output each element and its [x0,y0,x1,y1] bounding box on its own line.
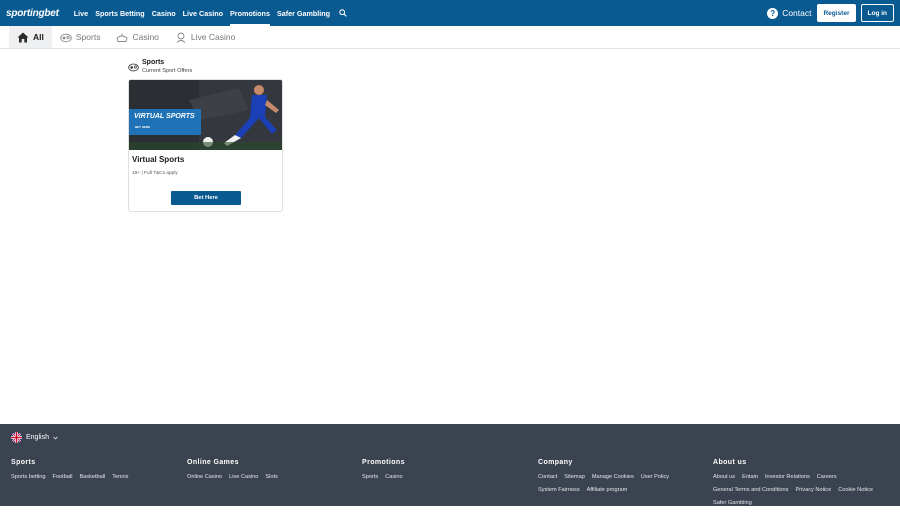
nav-safer-gambling[interactable]: Safer Gambling [277,0,330,26]
category-tabs: All Sports Casino Live Casino [0,26,900,49]
footer-link[interactable]: Cookie Notice [838,487,873,493]
language-selector[interactable]: English [11,432,58,443]
bet-here-button[interactable]: Bet Here [171,191,241,205]
tab-label: All [33,32,44,42]
offer-title[interactable]: Virtual Sports [132,155,184,164]
footer-col-about-us: About us About us Entain Investor Relati… [713,459,898,513]
footer-link[interactable]: Affiliate program [587,487,628,493]
footer-col-promotions: Promotions Sports Casino [362,459,522,487]
contact-label: Contact [782,8,812,18]
contact-link[interactable]: ? Contact [767,7,812,19]
footer-col-title: Company [538,459,573,466]
live-casino-icon [176,32,186,43]
footer-col-sports: Sports Sports betting Football Basketbal… [11,459,171,487]
tab-sports[interactable]: Sports [52,26,109,48]
language-label: English [26,434,49,441]
offer-image[interactable]: VIRTUAL SPORTS BET HERE [129,80,282,150]
main-nav: Live Sports Betting Casino Live Casino P… [74,0,347,26]
footer-col-online-games: Online Games Online Casino Live Casino S… [187,459,347,487]
nav-live[interactable]: Live [74,0,88,26]
sports-icon [60,33,72,42]
casino-icon [116,33,128,42]
sports-icon [128,63,139,72]
home-icon [17,32,29,42]
nav-promotions[interactable]: Promotions [230,0,270,26]
section-header: Sports Current Sport Offers [128,59,192,75]
footer-link[interactable]: Safer Gambling [713,500,752,506]
login-button[interactable]: Log in [860,4,894,22]
tab-all[interactable]: All [9,26,52,48]
footer-link[interactable]: User Policy [641,474,669,480]
footer: English Sports Sports betting Football B… [0,424,900,506]
footer-col-title: Promotions [362,459,405,466]
header-actions: ? Contact Register Log in [767,0,900,26]
section-subtitle: Current Sport Offers [142,68,193,74]
tab-label: Live Casino [190,32,236,42]
footer-link[interactable]: Basketball [79,474,105,480]
tab-casino[interactable]: Casino [108,26,166,48]
uk-flag-icon [11,432,22,443]
footer-link[interactable]: About us [713,474,735,480]
footer-link[interactable]: General Terms and Conditions [713,487,788,493]
offer-terms: 18+ | Full T&Cs apply [132,171,178,176]
tab-live-casino[interactable]: Live Casino [167,26,243,48]
footer-link[interactable]: Casino [385,474,402,480]
register-button[interactable]: Register [817,4,856,22]
nav-sports-betting[interactable]: Sports Betting [95,0,145,26]
footer-link[interactable]: Online Casino [187,474,222,480]
search-icon[interactable] [339,9,347,17]
footer-link[interactable]: System Fairness [538,487,580,493]
banner-title: VIRTUAL SPORTS [134,113,195,120]
footer-link[interactable]: Live Casino [229,474,258,480]
footer-col-company: Company Contact Sitemap Manage Cookies U… [538,459,698,500]
footer-link[interactable]: Manage Cookies [592,474,634,480]
footer-link[interactable]: Contact [538,474,557,480]
banner-subtitle: BET HERE [135,125,151,129]
chevron-down-icon [53,436,58,440]
footer-link[interactable]: Football [53,474,73,480]
footer-link[interactable]: Careers [817,474,837,480]
promo-banner: VIRTUAL SPORTS BET HERE [129,109,201,135]
top-header: sportingbet Live Sports Betting Casino L… [0,0,900,26]
footer-link[interactable]: Sports [362,474,378,480]
footer-link[interactable]: Sitemap [564,474,585,480]
footer-col-title: Online Games [187,459,239,466]
offer-card[interactable]: VIRTUAL SPORTS BET HERE Virtual Sports 1… [128,79,283,212]
footer-link[interactable]: Entain [742,474,758,480]
section-title: Sports [142,59,165,66]
footer-link[interactable]: Slots [265,474,277,480]
footer-link[interactable]: Investor Relations [765,474,810,480]
help-icon: ? [767,7,779,19]
footer-link[interactable]: Tennis [112,474,128,480]
footer-link[interactable]: Sports betting [11,474,46,480]
tab-label: Sports [75,32,101,42]
footer-col-title: About us [713,459,747,466]
nav-live-casino[interactable]: Live Casino [183,0,223,26]
nav-casino[interactable]: Casino [152,0,176,26]
footer-col-title: Sports [11,459,36,466]
tab-label: Casino [132,32,159,42]
sportingbet-logo[interactable]: sportingbet [6,8,59,19]
footer-link[interactable]: Privacy Notice [795,487,831,493]
